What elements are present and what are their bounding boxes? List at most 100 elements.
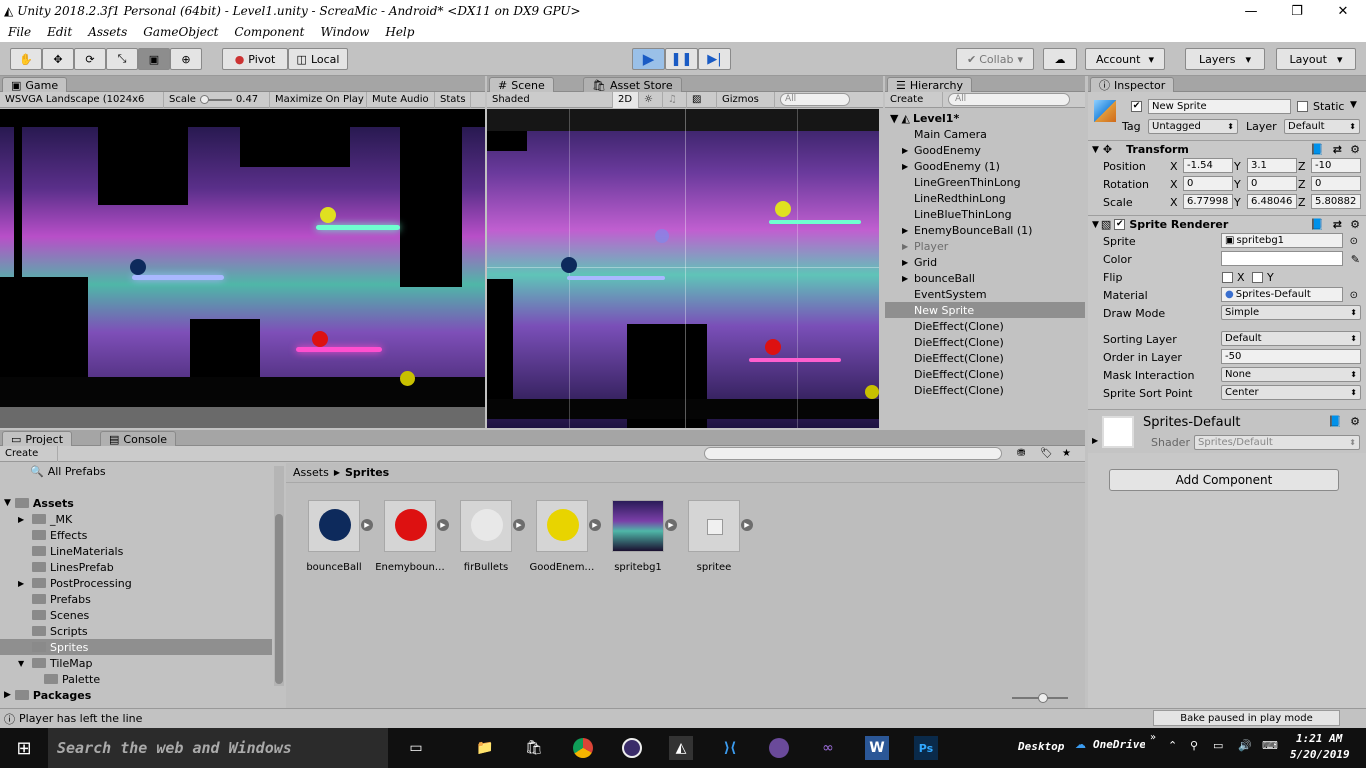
effects-toggle-icon[interactable]: ▨ bbox=[687, 91, 717, 108]
object-picker-icon[interactable]: ⊙ bbox=[1350, 236, 1358, 247]
folder-item[interactable]: ▶ _MK bbox=[0, 511, 272, 527]
scrollbar-thumb[interactable] bbox=[275, 514, 283, 684]
color-field[interactable] bbox=[1221, 251, 1343, 266]
hierarchy-item[interactable]: ▶ GoodEnemy (1) bbox=[885, 158, 1085, 174]
menu-window[interactable]: Window bbox=[320, 25, 369, 39]
project-search-input[interactable] bbox=[704, 447, 1002, 460]
expand-arrow-icon[interactable]: ▶ bbox=[902, 242, 912, 251]
network-icon[interactable]: ⚲ bbox=[1190, 739, 1198, 752]
breadcrumb-assets[interactable]: Assets bbox=[293, 466, 329, 479]
tab-hierarchy[interactable]: ☰ Hierarchy bbox=[887, 77, 973, 92]
hierarchy-item[interactable]: Main Camera bbox=[885, 126, 1085, 142]
asset-item[interactable]: spritebg1 bbox=[603, 500, 673, 573]
expand-arrow-icon[interactable]: ▶ bbox=[902, 258, 912, 267]
tray-up-icon[interactable]: ⌃ bbox=[1168, 739, 1177, 752]
scale-slider[interactable] bbox=[199, 94, 232, 104]
transform-tool-icon[interactable]: ⊕ bbox=[170, 48, 202, 70]
project-tree-scrollbar[interactable] bbox=[274, 466, 284, 686]
collapse-arrow-icon[interactable]: ▼ bbox=[1092, 220, 1099, 230]
expand-arrow-icon[interactable]: ▶ bbox=[4, 690, 11, 700]
hierarchy-item[interactable]: LineRedthinLong bbox=[885, 190, 1085, 206]
zoom-slider-thumb[interactable] bbox=[1038, 693, 1048, 703]
folder-item[interactable]: Scripts bbox=[0, 623, 272, 639]
layer-dropdown[interactable]: Default bbox=[1284, 119, 1360, 134]
hierarchy-search-input[interactable]: All bbox=[948, 93, 1070, 106]
expand-asset-icon[interactable]: ▶ bbox=[589, 519, 601, 531]
menu-file[interactable]: File bbox=[8, 25, 31, 39]
status-message[interactable]: Player has left the line bbox=[19, 712, 142, 725]
hierarchy-create-dropdown[interactable]: Create bbox=[885, 91, 943, 108]
onedrive-label[interactable]: OneDrive bbox=[1093, 738, 1145, 751]
volume-icon[interactable]: 🔊 bbox=[1238, 739, 1252, 752]
material-field[interactable]: ● Sprites-Default bbox=[1221, 287, 1343, 302]
tab-console[interactable]: ▤ Console bbox=[100, 431, 177, 446]
pivot-toggle[interactable]: ● Pivot bbox=[222, 48, 288, 70]
asset-item[interactable]: spritee bbox=[679, 500, 749, 573]
hierarchy-item[interactable]: ▶ Grid bbox=[885, 254, 1085, 270]
tab-inspector[interactable]: ⓘ Inspector bbox=[1090, 77, 1175, 92]
favorites-all-prefabs[interactable]: 🔍 All Prefabs bbox=[0, 463, 272, 479]
static-dropdown-icon[interactable]: ▼ bbox=[1350, 100, 1357, 110]
expand-asset-icon[interactable]: ▶ bbox=[361, 519, 373, 531]
photoshop-icon[interactable]: Ps bbox=[914, 736, 938, 760]
zoom-slider[interactable] bbox=[1012, 693, 1068, 703]
expand-asset-icon[interactable]: ▶ bbox=[741, 519, 753, 531]
collab-dropdown[interactable]: ✔ Collab ▾ bbox=[956, 48, 1034, 70]
expand-arrow-icon[interactable]: ▶ bbox=[902, 162, 912, 171]
asset-item[interactable]: GoodEnem… bbox=[527, 500, 597, 573]
scale-x-input[interactable]: 6.77998 bbox=[1183, 194, 1233, 209]
collapse-arrow-icon[interactable]: ▼ bbox=[1092, 145, 1099, 155]
hierarchy-item[interactable]: DieEffect(Clone) bbox=[885, 334, 1085, 350]
active-checkbox[interactable]: ✔ bbox=[1131, 101, 1142, 112]
scene-search-input[interactable]: All bbox=[780, 93, 850, 106]
packages-root[interactable]: ▶ Packages bbox=[0, 687, 272, 703]
pause-button[interactable]: ❚❚ bbox=[665, 48, 698, 70]
word-icon[interactable]: W bbox=[865, 736, 889, 760]
menu-edit[interactable]: Edit bbox=[47, 25, 72, 39]
folder-item[interactable]: Scenes bbox=[0, 607, 272, 623]
gear-icon[interactable]: ⚙ bbox=[1350, 143, 1360, 156]
object-name-input[interactable]: New Sprite bbox=[1148, 99, 1291, 114]
gear-icon[interactable]: ⚙ bbox=[1350, 415, 1360, 428]
tab-asset-store[interactable]: 🛍 Asset Store bbox=[583, 77, 682, 92]
shader-dropdown[interactable]: Sprites/Default bbox=[1194, 435, 1360, 450]
order-in-layer-input[interactable]: -50 bbox=[1221, 349, 1361, 364]
flip-x-checkbox[interactable] bbox=[1222, 271, 1233, 283]
hierarchy-item[interactable]: ▶ GoodEnemy bbox=[885, 142, 1085, 158]
folder-item[interactable]: LineMaterials bbox=[0, 543, 272, 559]
game-view[interactable] bbox=[0, 109, 485, 428]
close-button[interactable]: ✕ bbox=[1320, 0, 1366, 22]
vscode-icon[interactable]: ⟩⟨ bbox=[718, 736, 742, 760]
hierarchy-item[interactable]: EventSystem bbox=[885, 286, 1085, 302]
scale-tool-icon[interactable]: ⤡ bbox=[106, 48, 138, 70]
battery-icon[interactable]: ▭ bbox=[1213, 739, 1223, 752]
expand-arrow-icon[interactable]: ▼ bbox=[890, 112, 898, 125]
resolution-dropdown[interactable]: WSVGA Landscape (1024x6 bbox=[0, 91, 164, 108]
hierarchy-item[interactable]: DieEffect(Clone) bbox=[885, 350, 1085, 366]
expand-arrow-icon[interactable]: ▶ bbox=[902, 226, 912, 235]
eclipse-icon[interactable] bbox=[620, 736, 644, 760]
maximize-on-play-toggle[interactable]: Maximize On Play bbox=[270, 91, 367, 108]
hierarchy-item[interactable]: LineBlueThinLong bbox=[885, 206, 1085, 222]
hierarchy-item[interactable]: DieEffect(Clone) bbox=[885, 382, 1085, 398]
menu-help[interactable]: Help bbox=[385, 25, 414, 39]
assets-root[interactable]: ▼ Assets bbox=[0, 495, 272, 511]
tab-scene[interactable]: # Scene bbox=[489, 77, 554, 92]
position-y-input[interactable]: 3.1 bbox=[1247, 158, 1297, 173]
hierarchy-item[interactable]: DieEffect(Clone) bbox=[885, 318, 1085, 334]
expand-asset-icon[interactable]: ▶ bbox=[513, 519, 525, 531]
sprite-renderer-header[interactable]: ▼ ▧ ✔ Sprite Renderer 📘 ⇄ ⚙ bbox=[1088, 215, 1366, 233]
scale-z-input[interactable]: 5.80882 bbox=[1311, 194, 1361, 209]
expand-arrow-icon[interactable]: ▼ bbox=[18, 659, 28, 668]
expand-arrow-icon[interactable]: ▶ bbox=[18, 579, 28, 588]
rotate-tool-icon[interactable]: ⟳ bbox=[74, 48, 106, 70]
2d-toggle[interactable]: 2D bbox=[613, 91, 639, 108]
mute-audio-toggle[interactable]: Mute Audio bbox=[367, 91, 435, 108]
sprite-sort-point-dropdown[interactable]: Center bbox=[1221, 385, 1361, 400]
minimize-button[interactable]: — bbox=[1228, 0, 1274, 22]
scale-control[interactable]: Scale 0.47 bbox=[164, 91, 270, 108]
palette-folder[interactable]: Palette bbox=[0, 671, 272, 687]
favorite-star-icon[interactable]: ★ bbox=[1062, 448, 1071, 459]
tab-game[interactable]: ▣ Game bbox=[2, 77, 68, 92]
expand-asset-icon[interactable]: ▶ bbox=[665, 519, 677, 531]
